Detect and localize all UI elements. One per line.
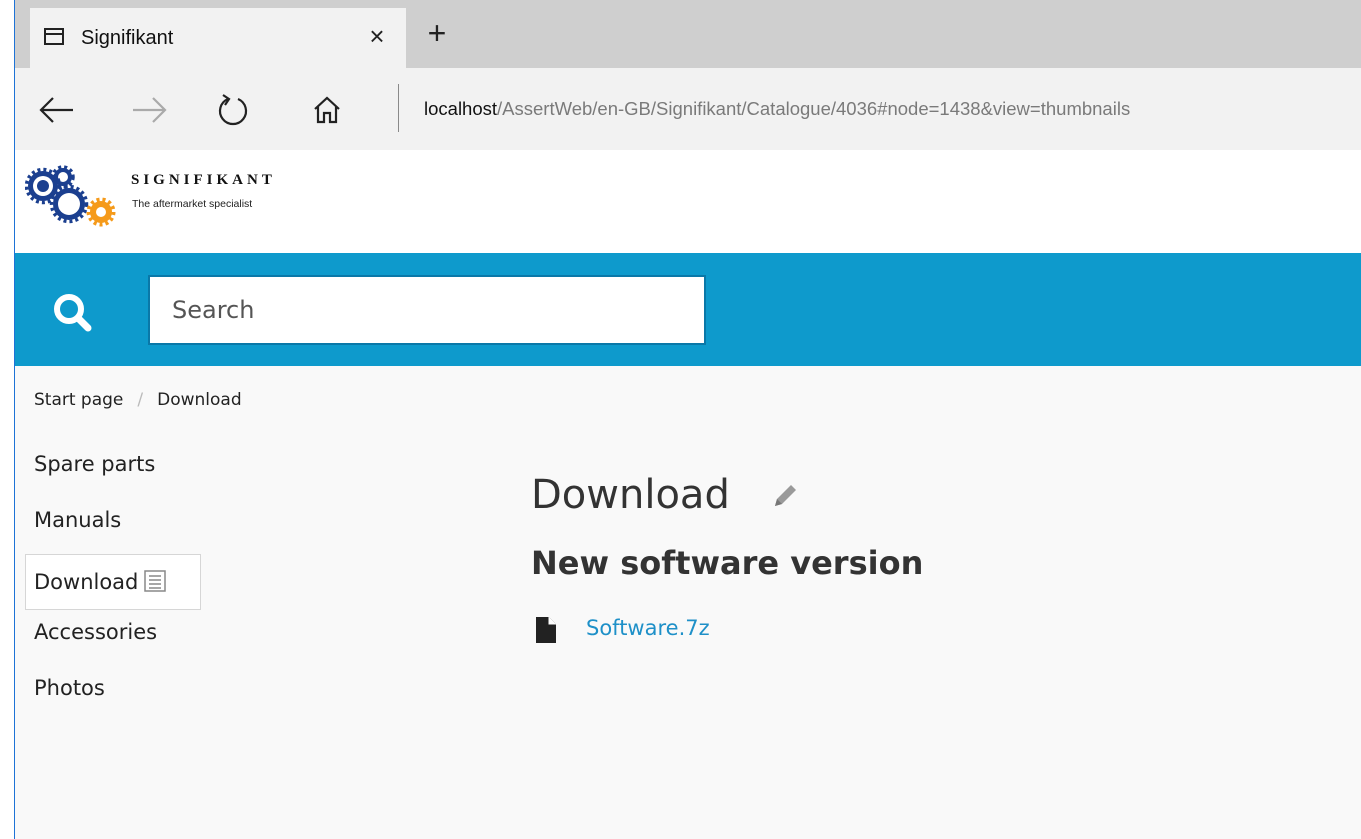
sidemenu-item-manuals[interactable]: Manuals	[25, 498, 205, 554]
tab-title: Signifikant	[81, 27, 174, 49]
browser-tab[interactable]: Signifikant ×	[30, 8, 406, 68]
sidemenu-item-label: Download	[34, 570, 139, 594]
refresh-icon	[218, 94, 248, 126]
forward-arrow-icon	[133, 97, 167, 123]
signifikant-logo[interactable]	[25, 162, 129, 230]
page-title: Download	[531, 472, 730, 518]
site-header: SIGNIFIKANT The aftermarket specialist	[15, 150, 1361, 253]
page-icon	[44, 28, 64, 45]
sidemenu-item-label: Spare parts	[34, 452, 156, 476]
tab-strip: Signifikant × +	[15, 0, 1361, 68]
new-tab-button[interactable]: +	[423, 17, 451, 49]
search-bar	[15, 253, 1361, 366]
back-button[interactable]	[37, 90, 77, 130]
url-host: localhost	[424, 98, 498, 119]
sidemenu-item-label: Photos	[34, 676, 105, 700]
sidemenu-item-label: Manuals	[34, 508, 122, 532]
breadcrumb-separator: /	[137, 390, 144, 410]
side-menu: Spare parts Manuals Download Accessories…	[25, 442, 205, 722]
refresh-button[interactable]	[213, 90, 253, 130]
brand-tagline: The aftermarket specialist	[132, 198, 253, 210]
window-frame	[0, 0, 15, 839]
main-content: Start page / Download Spare parts Manuals …	[15, 366, 1361, 839]
sidemenu-item-download[interactable]: Download	[25, 554, 201, 610]
browser-navbar: localhost/AssertWeb/en-GB/Signifikant/Ca…	[15, 68, 1361, 150]
sidemenu-item-label: Accessories	[34, 620, 158, 644]
search-input[interactable]	[148, 275, 706, 345]
edit-pencil-icon[interactable]	[769, 480, 801, 512]
search-icon[interactable]	[51, 291, 95, 335]
section-title: New software version	[531, 544, 924, 582]
sidemenu-item-photos[interactable]: Photos	[25, 666, 205, 722]
back-arrow-icon	[39, 97, 73, 123]
address-bar[interactable]: localhost/AssertWeb/en-GB/Signifikant/Ca…	[424, 98, 1361, 120]
breadcrumb-current: Download	[157, 390, 242, 410]
navbar-divider	[398, 84, 399, 132]
home-icon	[314, 96, 340, 124]
home-button[interactable]	[307, 90, 347, 130]
sidemenu-item-spare-parts[interactable]: Spare parts	[25, 442, 205, 498]
file-download-link[interactable]: Software.7z	[586, 616, 710, 640]
forward-button[interactable]	[129, 90, 169, 130]
list-view-icon[interactable]	[144, 570, 167, 592]
brand-name: SIGNIFIKANT	[131, 172, 276, 188]
file-icon	[536, 617, 556, 643]
url-path: /AssertWeb/en-GB/Signifikant/Catalogue/4…	[497, 98, 1131, 119]
sidemenu-item-accessories[interactable]: Accessories	[25, 610, 205, 666]
tab-close-button[interactable]: ×	[364, 22, 390, 50]
breadcrumb-start-page[interactable]: Start page	[34, 390, 123, 410]
breadcrumb: Start page / Download	[34, 390, 242, 410]
